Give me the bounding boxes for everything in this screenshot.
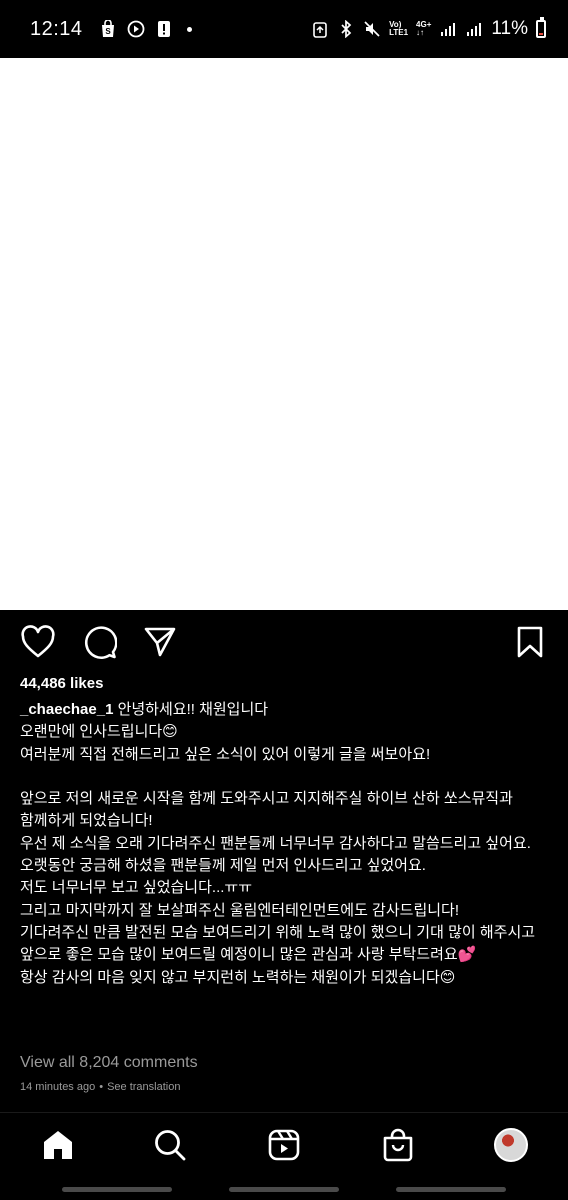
svg-text:S: S [105,27,111,36]
comment-icon [84,626,117,659]
nav-search[interactable] [152,1127,188,1163]
recycle-icon [311,20,329,38]
profile-avatar [494,1128,528,1162]
reels-icon [268,1129,300,1161]
post-image[interactable] [0,58,568,610]
nav-reels[interactable] [266,1127,302,1163]
signal-icon [439,20,457,38]
bottom-nav [0,1113,568,1177]
status-time: 12:14 [30,17,83,40]
post-caption: _chaechae_1 안녕하세요!! 채원입니다 오랜만에 인사드립니다😊 여… [20,699,550,989]
post-actions [0,610,568,672]
battery-percent: 11% [491,18,528,39]
gesture-bar-center [229,1187,339,1192]
battery-level-fill [539,33,543,35]
nav-shop[interactable] [380,1127,416,1163]
gesture-bar-left [62,1187,172,1192]
share-button[interactable] [142,624,178,660]
search-icon [155,1130,186,1161]
data-arrows-icon: ↓↑ [416,28,425,37]
lte-label: LTE1 [389,28,409,37]
nav-profile[interactable] [493,1127,529,1163]
network-label-4g: 4G+ ↓↑ [416,21,431,37]
bookmark-icon [517,626,543,658]
post-meta: 14 minutes ago • See translation [20,1081,180,1093]
caption-username[interactable]: _chaechae_1 [20,701,113,718]
mute-icon [363,20,381,38]
gesture-bar-right [396,1187,506,1192]
likes-count[interactable]: 44,486 likes [20,675,103,692]
caption-text: 안녕하세요!! 채원입니다 오랜만에 인사드립니다😊 여러분께 직접 전해드리고… [20,701,536,986]
comment-button[interactable] [82,624,118,660]
post-timestamp: 14 minutes ago [20,1081,96,1093]
heart-icon [21,625,55,658]
nav-home[interactable] [40,1127,76,1163]
like-button[interactable] [20,624,56,660]
status-bar: 12:14 S Vo) LTE1 4G+ ↓↑ 11% [0,0,568,58]
shop-icon [383,1128,413,1162]
home-icon [44,1131,72,1159]
bluetooth-icon [337,20,355,38]
view-comments-link[interactable]: View all 8,204 comments [20,1054,198,1072]
meta-separator: • [99,1081,104,1093]
battery-icon [536,17,546,38]
signal-icon-2 [465,20,483,38]
dot-icon [186,26,192,32]
see-translation-link[interactable]: See translation [107,1081,180,1093]
alert-icon [155,20,173,38]
network-label-volte: Vo) LTE1 [389,21,408,37]
shopping-bag-icon: S [99,20,117,38]
save-button[interactable] [512,624,548,660]
play-circle-icon [127,20,145,38]
send-icon [144,627,176,657]
